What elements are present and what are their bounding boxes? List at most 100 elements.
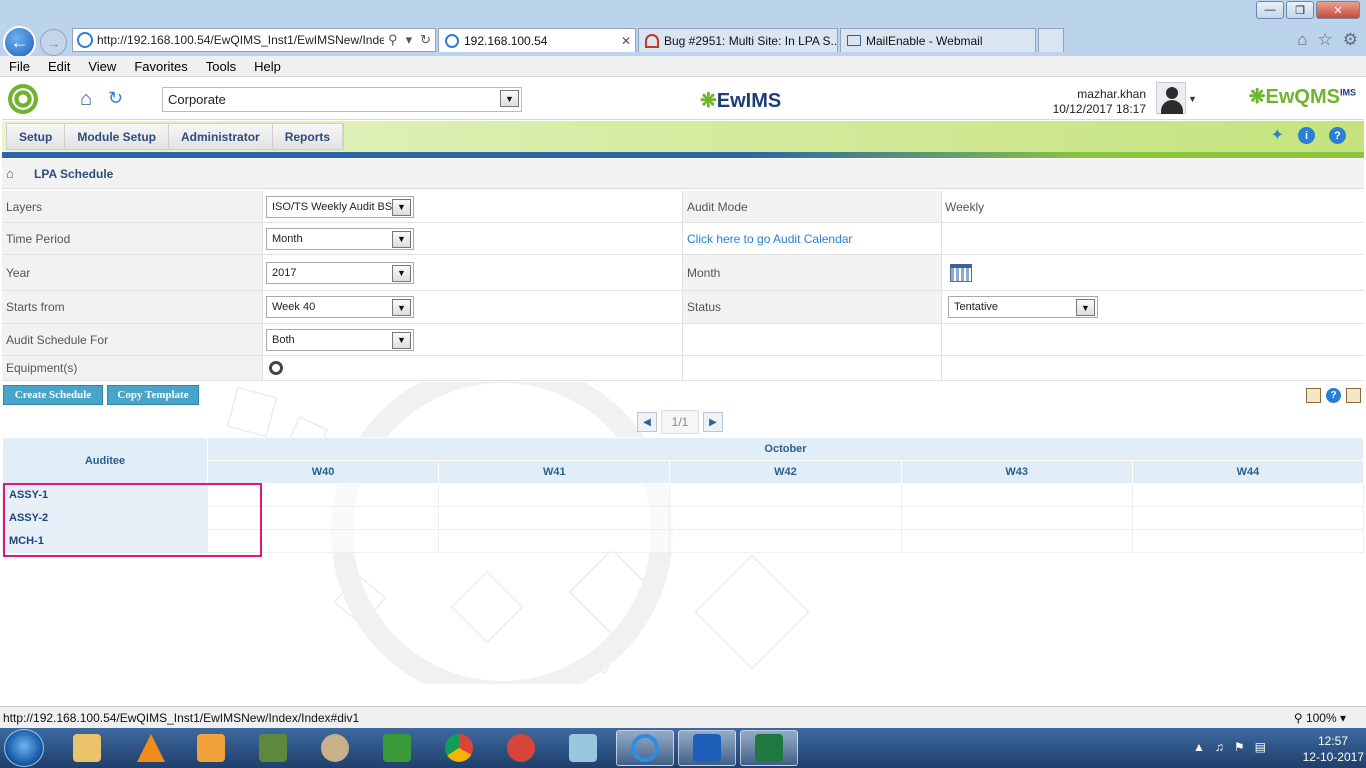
- nav-setup[interactable]: Setup: [7, 124, 66, 149]
- caret-down-icon[interactable]: ▼: [1188, 94, 1197, 104]
- info-icon[interactable]: i: [1298, 127, 1315, 144]
- chrome-taskbar-icon[interactable]: [430, 730, 488, 766]
- schedule-cell[interactable]: [206, 483, 440, 507]
- schedule-cell[interactable]: [438, 483, 671, 507]
- create-schedule-button[interactable]: Create Schedule: [3, 385, 103, 405]
- chevron-down-icon[interactable]: ▼: [392, 198, 411, 216]
- address-url[interactable]: http://192.168.100.54/EwQIMS_Inst1/EwIMS…: [97, 33, 384, 47]
- home-icon[interactable]: ⌂: [80, 88, 92, 111]
- tab-active[interactable]: 192.168.100.54 ✕: [438, 28, 636, 52]
- chevron-down-icon[interactable]: ▼: [392, 331, 411, 349]
- schedule-cell[interactable]: [900, 483, 1133, 507]
- home-icon[interactable]: ⌂: [6, 166, 14, 181]
- schedule-cell[interactable]: [206, 506, 440, 530]
- flag-icon[interactable]: ⚑: [1234, 740, 1245, 754]
- favorites-star-icon[interactable]: ☆: [1318, 30, 1333, 50]
- layers-select[interactable]: ISO/TS Weekly Audit BS ▼: [266, 195, 414, 218]
- schedule-cell[interactable]: [1131, 506, 1365, 530]
- clock-time[interactable]: 12:57: [1318, 734, 1348, 748]
- clock-date[interactable]: 12-10-2017: [1303, 750, 1364, 764]
- menu-favorites[interactable]: Favorites: [125, 59, 196, 74]
- schedule-for-select[interactable]: Both ▼: [266, 328, 414, 351]
- back-arrow-icon[interactable]: ←: [3, 26, 36, 59]
- close-icon[interactable]: ✕: [1316, 1, 1360, 19]
- help-icon[interactable]: ?: [1329, 127, 1346, 144]
- excel-taskbar-icon[interactable]: [740, 730, 798, 766]
- tab-webmail[interactable]: MailEnable - Webmail: [840, 28, 1036, 52]
- refresh-icon[interactable]: ↻: [108, 88, 123, 109]
- notes-taskbar-icon[interactable]: [554, 730, 612, 766]
- calendar-icon[interactable]: [950, 263, 972, 282]
- status-select[interactable]: Tentative ▼: [948, 296, 1098, 318]
- outlook-taskbar-icon[interactable]: [678, 730, 736, 766]
- schedule-for-value: Both: [272, 333, 295, 346]
- start-button-icon[interactable]: [4, 729, 44, 767]
- network-icon[interactable]: ▤: [1255, 740, 1266, 754]
- home-icon[interactable]: ⌂: [1297, 30, 1307, 50]
- pin-icon[interactable]: ✦: [1271, 127, 1284, 144]
- schedule-cell[interactable]: [669, 529, 902, 553]
- schedule-cell[interactable]: [669, 506, 902, 530]
- month-header: October: [207, 437, 1364, 461]
- explorer-taskbar-icon[interactable]: [58, 730, 116, 766]
- week-header: W44: [1131, 460, 1365, 484]
- ie-taskbar-icon[interactable]: [616, 730, 674, 766]
- tab-bug[interactable]: Bug #2951: Multi Site: In LPA S...: [638, 28, 838, 52]
- schedule-cell[interactable]: [206, 529, 440, 553]
- forward-arrow-icon[interactable]: →: [40, 29, 67, 56]
- menu-tools[interactable]: Tools: [197, 59, 245, 74]
- chevron-down-icon[interactable]: ▾: [406, 32, 413, 48]
- nav-reports[interactable]: Reports: [273, 124, 344, 149]
- search-icon[interactable]: ⚲: [388, 32, 398, 48]
- restore-icon[interactable]: ❐: [1286, 1, 1314, 19]
- audit-calendar-link[interactable]: Click here to go Audit Calendar: [687, 232, 852, 246]
- prev-page-icon[interactable]: ◀: [637, 412, 657, 432]
- refresh-icon[interactable]: ↻: [420, 32, 431, 48]
- next-page-icon[interactable]: ▶: [703, 412, 723, 432]
- menu-view[interactable]: View: [79, 59, 125, 74]
- gear-icon[interactable]: ⚙: [1343, 30, 1358, 50]
- menu-edit[interactable]: Edit: [39, 59, 79, 74]
- vlc-taskbar-icon[interactable]: [122, 730, 180, 766]
- help-icon[interactable]: ?: [1326, 388, 1341, 403]
- schedule-cell[interactable]: [900, 529, 1133, 553]
- chevron-down-icon[interactable]: ▼: [1076, 299, 1095, 316]
- menu-help[interactable]: Help: [245, 59, 290, 74]
- columns-icon[interactable]: [1346, 388, 1361, 403]
- chevron-down-icon[interactable]: ▼: [500, 90, 519, 107]
- nav-module-setup[interactable]: Module Setup: [65, 124, 170, 149]
- schedule-cell[interactable]: [1131, 529, 1365, 553]
- gear-icon[interactable]: [269, 361, 283, 375]
- starts-from-select[interactable]: Week 40 ▼: [266, 296, 414, 318]
- snipping-taskbar-icon[interactable]: [492, 730, 550, 766]
- year-select[interactable]: 2017 ▼: [266, 261, 414, 284]
- project-taskbar-icon[interactable]: [244, 730, 302, 766]
- schedule-cell[interactable]: [438, 529, 671, 553]
- schedule-cell[interactable]: [669, 483, 902, 507]
- minimize-icon[interactable]: —: [1256, 1, 1284, 19]
- schedule-cell[interactable]: [438, 506, 671, 530]
- show-hidden-icon[interactable]: ▲: [1193, 740, 1205, 754]
- nav-administrator[interactable]: Administrator: [169, 124, 273, 149]
- copy-template-button[interactable]: Copy Template: [107, 385, 199, 405]
- volume-icon[interactable]: ♫: [1215, 740, 1224, 754]
- close-tab-icon[interactable]: ✕: [621, 34, 631, 48]
- schedule-cell[interactable]: [1131, 483, 1365, 507]
- organization-select[interactable]: Corporate ▼: [162, 87, 522, 112]
- menu-file[interactable]: File: [0, 59, 39, 74]
- zoom-icon: ⚲: [1293, 711, 1306, 725]
- paint-taskbar-icon[interactable]: [306, 730, 364, 766]
- new-tab-button[interactable]: [1038, 28, 1064, 52]
- tab-label: Bug #2951: Multi Site: In LPA S...: [664, 33, 838, 48]
- zoom-level[interactable]: ⚲ 100% ▾: [1294, 711, 1346, 725]
- address-bar[interactable]: http://192.168.100.54/EwQIMS_Inst1/EwIMS…: [72, 28, 436, 52]
- chevron-down-icon[interactable]: ▼: [392, 264, 411, 282]
- chevron-down-icon[interactable]: ▼: [392, 299, 411, 316]
- schedule-cell[interactable]: [900, 506, 1133, 530]
- time-period-select[interactable]: Month ▼: [266, 227, 414, 250]
- greenshot-taskbar-icon[interactable]: [368, 730, 426, 766]
- media-player-taskbar-icon[interactable]: [182, 730, 240, 766]
- table-icon[interactable]: [1306, 388, 1321, 403]
- chevron-down-icon[interactable]: ▼: [392, 230, 411, 248]
- user-avatar-icon[interactable]: [1156, 82, 1186, 114]
